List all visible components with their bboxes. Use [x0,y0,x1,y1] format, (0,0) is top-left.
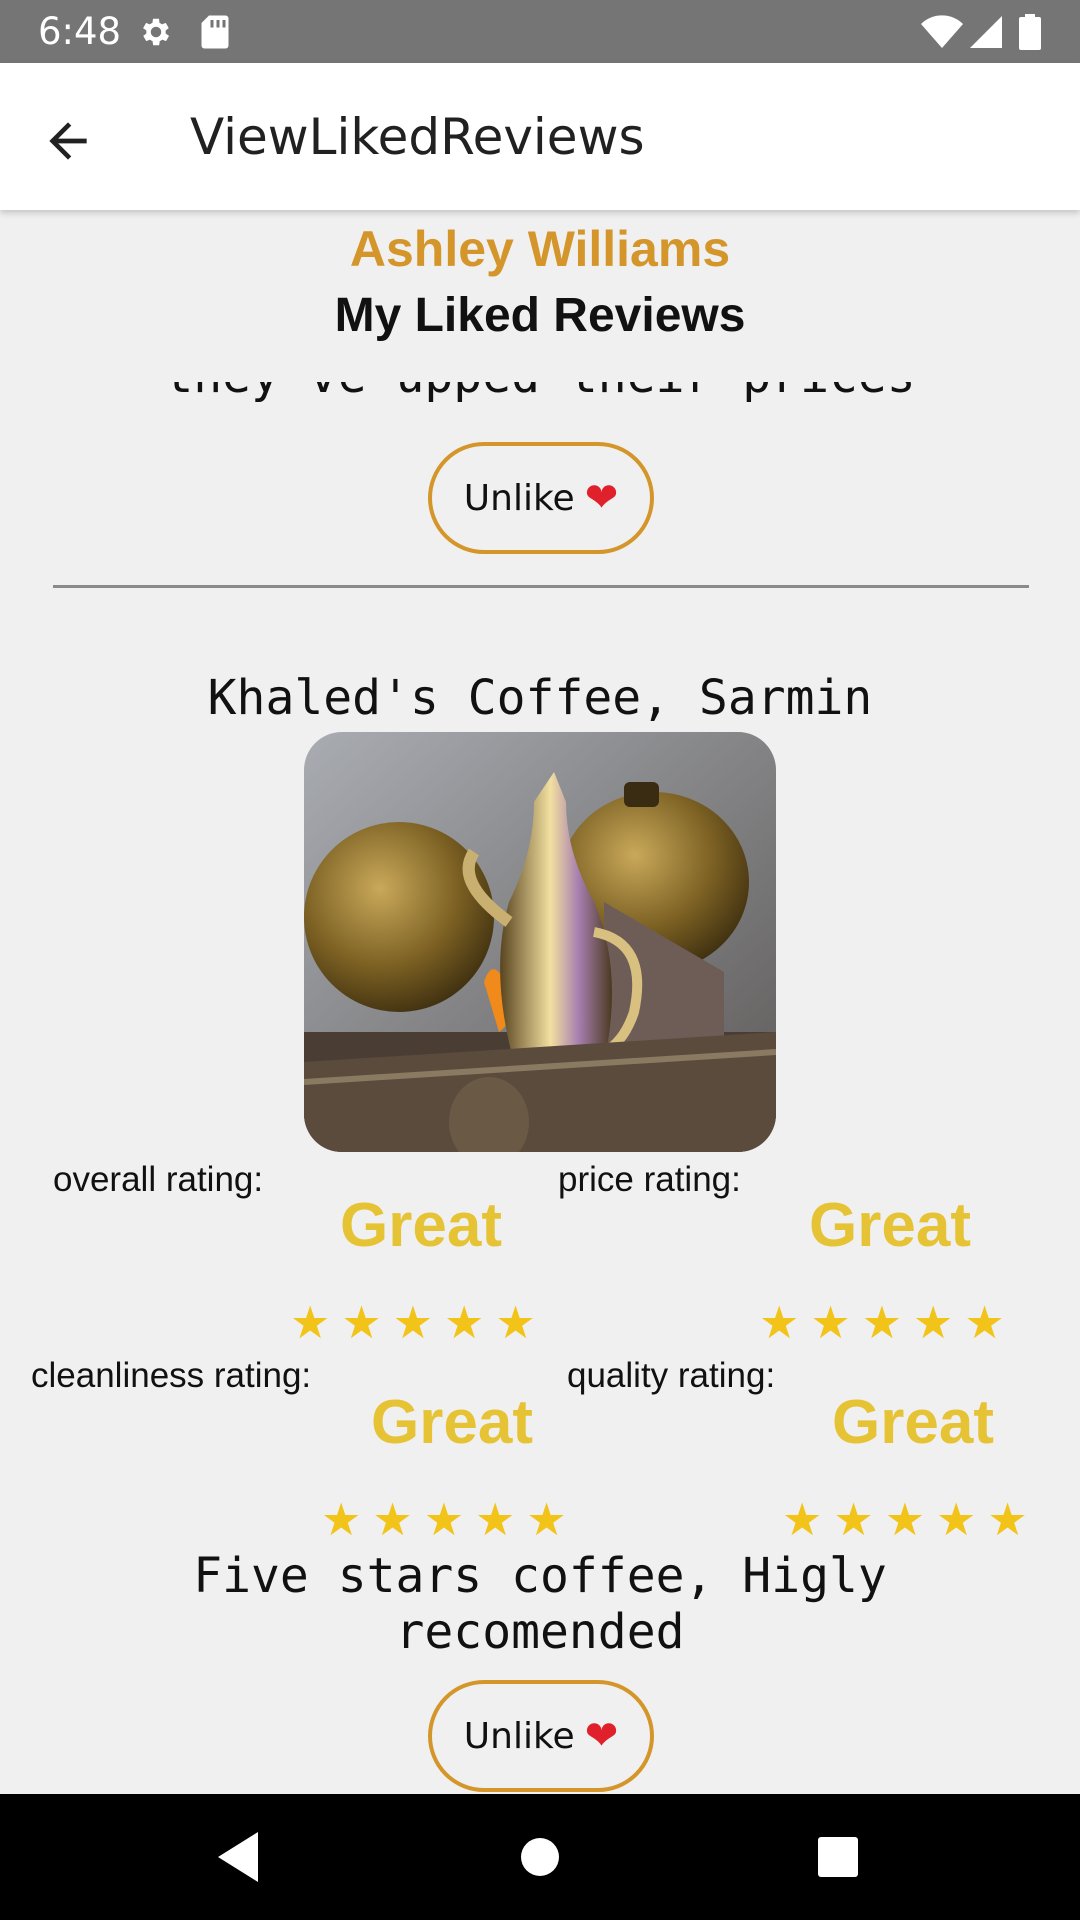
star-icon: ★ [423,1494,465,1545]
quality-rating-label: quality rating: [567,1356,776,1395]
cleanliness-rating-label: cleanliness rating: [31,1356,312,1395]
star-icon: ★ [759,1297,800,1348]
cleanliness-rating-stars: ★ ★ ★ ★ ★ [321,1497,567,1542]
page-title: ViewLikedReviews [190,108,645,166]
star-icon: ★ [810,1297,851,1348]
star-icon: ★ [861,1297,903,1348]
star-icon: ★ [884,1494,926,1545]
signal-icon [970,16,1002,48]
coffee-photo [304,732,776,1152]
arrow-back-icon[interactable] [40,113,96,169]
overall-rating-label: overall rating: [53,1160,264,1199]
app-bar: ViewLikedReviews [0,63,1080,210]
quality-rating-word: Great [832,1388,994,1457]
liked-reviews-list[interactable]: Ashley Williams My Liked Reviews they've… [0,210,1080,1794]
status-time: 6:48 [38,10,122,53]
star-icon: ★ [372,1494,413,1545]
unlike-label: Unlike [463,1715,575,1757]
star-icon: ★ [913,1297,954,1348]
star-icon: ★ [444,1297,485,1348]
home-circle-icon[interactable] [507,1824,573,1890]
star-icon: ★ [782,1494,823,1545]
user-name: Ashley Williams [349,221,731,277]
star-icon: ★ [341,1297,382,1348]
unlike-button[interactable]: Unlike ❤ [428,442,654,554]
quality-rating-stars: ★ ★ ★ ★ ★ [782,1497,1028,1542]
settings-icon [143,18,170,46]
cleanliness-rating-word: Great [371,1388,533,1457]
previous-review-text: they've upped their prices [0,382,1080,404]
star-icon: ★ [321,1494,362,1545]
star-icon: ★ [526,1494,567,1545]
wifi-icon [921,15,963,48]
unlike-button[interactable]: Unlike ❤ [428,1680,654,1792]
heart-icon: ❤ [584,475,619,521]
sd-card-icon [201,15,229,49]
star-icon: ★ [290,1297,331,1348]
star-icon: ★ [392,1297,434,1348]
system-nav-bar [0,1794,1080,1920]
overall-rating-word: Great [340,1191,502,1260]
star-icon: ★ [833,1494,874,1545]
section-title: My Liked Reviews [334,289,746,342]
divider [53,585,1029,588]
recents-square-icon[interactable] [805,1824,871,1890]
battery-icon [1019,14,1041,50]
previous-review-text-container: they've upped their prices [0,382,1080,426]
unlike-label: Unlike [463,477,575,519]
price-rating-word: Great [809,1191,971,1260]
price-rating-stars: ★ ★ ★ ★ ★ [759,1300,1005,1345]
review-text: Five stars coffee, Higly recomended [193,1548,887,1660]
back-triangle-icon[interactable] [206,1824,272,1890]
price-rating-label: price rating: [558,1160,741,1199]
star-icon: ★ [964,1297,1005,1348]
status-bar: 6:48 [0,0,1080,63]
star-icon: ★ [987,1494,1028,1545]
star-icon: ★ [936,1494,977,1545]
star-icon: ★ [495,1297,536,1348]
star-icon: ★ [475,1494,516,1545]
heart-icon: ❤ [584,1713,619,1759]
overall-rating-stars: ★ ★ ★ ★ ★ [290,1300,536,1345]
place-name: Khaled's Coffee, Sarmin [207,670,873,726]
